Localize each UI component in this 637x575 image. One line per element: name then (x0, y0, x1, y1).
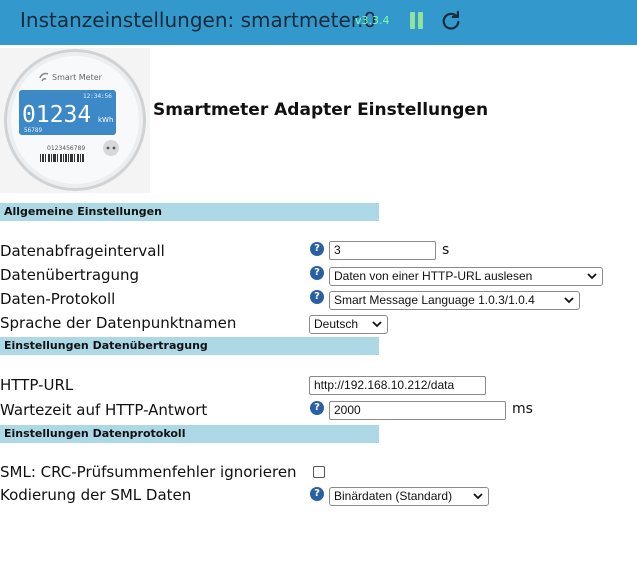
logo-subnumber: 56789 (24, 127, 42, 134)
encoding-select[interactable]: Binärdaten (Standard) (329, 487, 489, 506)
encoding-select-value: Binärdaten (Standard) (334, 489, 453, 503)
section-header-transfer: Einstellungen Datenübertragung (0, 337, 379, 355)
protocol-label: Daten-Protokoll (0, 290, 116, 308)
help-icon[interactable]: ? (310, 266, 324, 280)
language-select-value: Deutsch (314, 317, 359, 331)
http-url-label: HTTP-URL (0, 376, 74, 394)
pause-icon[interactable] (408, 12, 424, 30)
section-header-protocol: Einstellungen Datenprotokoll (0, 425, 379, 443)
logo-serial: 0123456789 (47, 145, 85, 152)
logo-brand: Smart Meter (52, 73, 103, 82)
chevron-down-icon (473, 493, 483, 500)
reload-icon[interactable] (440, 10, 462, 32)
app-header: Instanzeinstellungen: smartmeter.0 v3.3.… (0, 0, 637, 45)
protocol-select[interactable]: Smart Message Language 1.0.3/1.0.4 (329, 291, 580, 310)
version-label: v3.3.4 (355, 14, 390, 27)
chevron-down-icon (372, 321, 382, 328)
help-icon[interactable]: ? (310, 487, 324, 501)
interval-input[interactable]: 3 (329, 241, 436, 260)
crc-checkbox[interactable] (313, 466, 325, 478)
section-header-general: Allgemeine Einstellungen (0, 203, 379, 221)
help-icon[interactable]: ? (310, 401, 324, 415)
protocol-select-value: Smart Message Language 1.0.3/1.0.4 (334, 293, 535, 307)
encoding-label: Kodierung der SML Daten (0, 486, 192, 504)
logo-time: 12:34:56 (83, 93, 112, 100)
language-label: Sprache der Datenpunktnamen (0, 314, 237, 332)
wait-unit: ms (512, 401, 533, 417)
smart-meter-image: Smart Meter 12:34:56 01234 kWh 56789 012… (4, 49, 146, 191)
smartmeter-logo: Smart Meter 12:34:56 01234 kWh 56789 012… (0, 48, 150, 193)
window-title: Instanzeinstellungen: smartmeter.0 (20, 8, 377, 32)
transfer-label: Datenübertragung (0, 266, 140, 284)
crc-label: SML: CRC-Prüfsummenfehler ignorieren (0, 463, 297, 481)
language-select[interactable]: Deutsch (309, 315, 388, 334)
interval-unit: s (442, 242, 450, 258)
wait-input[interactable]: 2000 (329, 401, 506, 420)
chevron-down-icon (564, 297, 574, 304)
wait-label: Wartezeit auf HTTP-Antwort (0, 401, 208, 419)
logo-unit: kWh (98, 116, 113, 124)
interval-label: Datenabfrageintervall (0, 242, 165, 260)
http-url-input[interactable]: http://192.168.10.212/data (309, 376, 486, 395)
chevron-down-icon (587, 273, 597, 280)
page-title: Smartmeter Adapter Einstellungen (153, 100, 489, 120)
transfer-select-value: Daten von einer HTTP-URL auslesen (334, 269, 533, 283)
logo-reading: 01234 (22, 102, 91, 128)
transfer-select[interactable]: Daten von einer HTTP-URL auslesen (329, 267, 603, 286)
help-icon[interactable]: ? (310, 242, 324, 256)
help-icon[interactable]: ? (310, 290, 324, 304)
